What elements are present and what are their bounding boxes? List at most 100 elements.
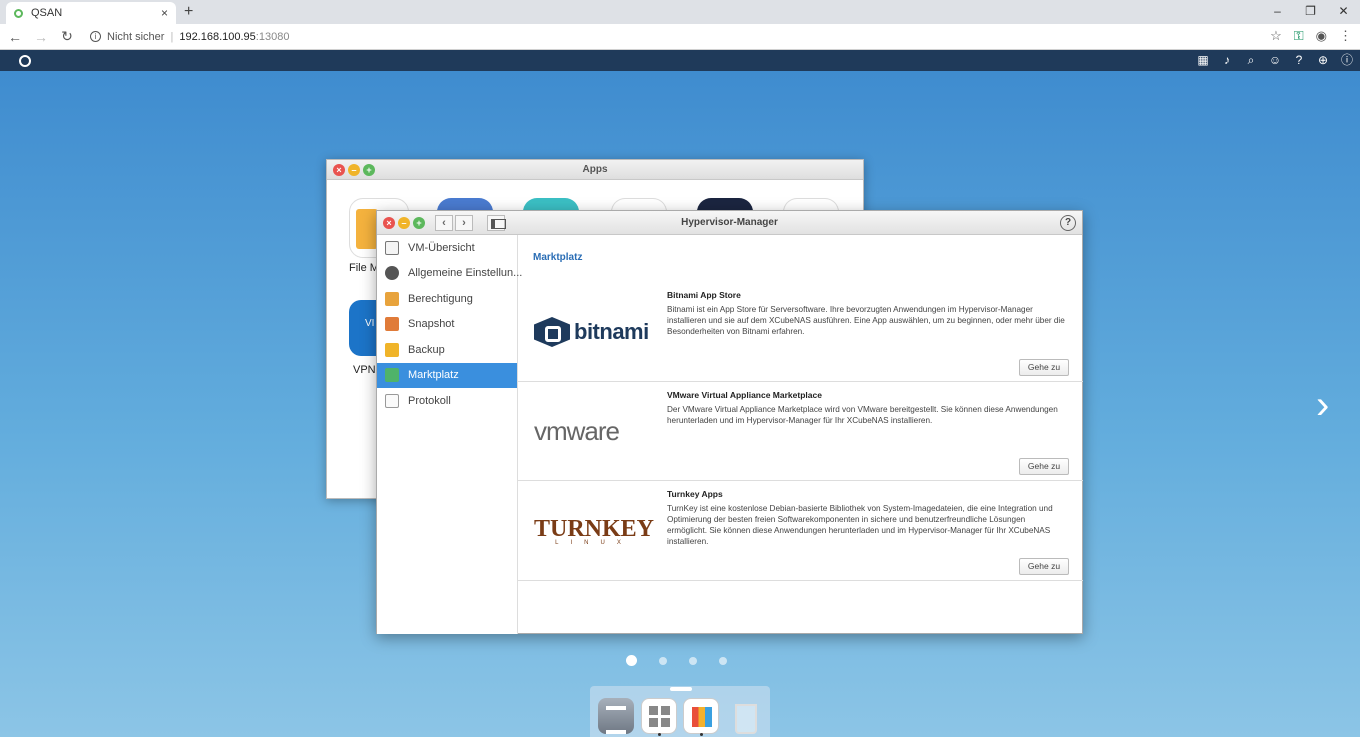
forward-button[interactable]: → [30, 29, 52, 45]
tab-title: QSAN [31, 7, 63, 19]
minimize-icon[interactable]: – [348, 164, 360, 176]
hypervisor-sidebar: VM-Übersicht Allgemeine Einstellun... Be… [377, 235, 522, 634]
recycle-bin-icon[interactable] [726, 698, 762, 734]
nav-back-button[interactable]: ‹ [435, 215, 453, 231]
minimize-icon[interactable]: – [398, 217, 410, 229]
maximize-icon[interactable]: + [363, 164, 375, 176]
minimize-button[interactable]: – [1261, 0, 1294, 24]
address-actions: ☆ ⚿ ◉ ⋮ [1270, 28, 1352, 44]
help-button[interactable]: ? [1060, 215, 1076, 231]
sidebar-item-label: Berechtigung [408, 292, 473, 305]
system-info-icon[interactable]: ⓘ [1340, 52, 1354, 68]
address-bar: ← → ↻ i Nicht sicher | 192.168.100.95 :1… [0, 24, 1360, 50]
apps-window-controls: × – + [333, 164, 375, 176]
bitnami-logo-text: bitnami [574, 319, 649, 344]
page-title: Marktplatz [533, 252, 583, 263]
sidebar-item-backup[interactable]: Backup [377, 337, 517, 363]
sidebar-item-vm-overview[interactable]: VM-Übersicht [377, 235, 517, 261]
hypervisor-titlebar: × – + ‹ › Hypervisor-Manager ? [377, 211, 1082, 235]
app-launcher-icon[interactable] [641, 698, 677, 734]
permission-icon [385, 291, 399, 306]
help-icon[interactable]: ? [1292, 52, 1306, 68]
url-port: :13080 [255, 30, 290, 43]
qsan-logo-icon[interactable] [19, 54, 31, 67]
card-description: TurnKey ist eine kostenlose Debian-basie… [667, 504, 1053, 546]
snapshot-icon [385, 317, 399, 332]
restore-button[interactable]: ❐ [1294, 0, 1327, 24]
sidebar-item-snapshot[interactable]: Snapshot [377, 312, 517, 338]
goto-bitnami-button[interactable]: Gehe zu [1019, 358, 1069, 376]
search-icon[interactable]: ⌕ [1244, 52, 1258, 68]
menu-icon[interactable]: ⋮ [1339, 28, 1352, 44]
hypervisor-title: Hypervisor-Manager [681, 217, 778, 228]
running-indicator [700, 733, 703, 736]
qsan-topbar: ▦ ♪ ⌕ ☺ ? ⊕ ⓘ [0, 50, 1360, 71]
new-tab-button[interactable]: + [184, 3, 193, 21]
page-dot[interactable] [659, 656, 667, 665]
card-description: Bitnami ist ein App Store für Serversoft… [667, 305, 1065, 336]
marketplace-card-vmware: vmware VMware Virtual Appliance Marketpl… [518, 382, 1083, 481]
user-icon[interactable]: ☺ [1268, 52, 1282, 68]
goto-turnkey-button[interactable]: Gehe zu [1019, 557, 1069, 575]
page-dot[interactable] [719, 656, 727, 665]
page-dot[interactable] [626, 655, 637, 666]
sidebar-item-permission[interactable]: Berechtigung [377, 286, 517, 312]
tab-close-button[interactable]: × [161, 6, 168, 20]
security-label: Nicht sicher [107, 30, 165, 43]
back-button[interactable]: ← [4, 29, 26, 45]
info-icon[interactable]: i [90, 31, 101, 42]
reload-button[interactable]: ↻ [56, 28, 78, 45]
browser-tabbar: QSAN × + – ❐ ✕ [0, 0, 1360, 24]
topbar-icons: ▦ ♪ ⌕ ☺ ? ⊕ ⓘ [1196, 52, 1354, 68]
browser-tab[interactable]: QSAN × [6, 2, 176, 24]
control-panel-icon[interactable] [598, 698, 634, 734]
url-field[interactable]: i Nicht sicher | 192.168.100.95 :13080 [90, 31, 289, 43]
qsan-favicon-icon [14, 8, 23, 18]
turnkey-logo: TURNKEY LINUX [534, 511, 658, 551]
close-icon[interactable]: × [333, 164, 345, 176]
marketplace-card-bitnami: bitnami Bitnami App Store Bitnami ist ei… [518, 282, 1083, 382]
sidebar-toggle-icon[interactable] [487, 215, 506, 231]
globe-icon[interactable]: ⊕ [1316, 52, 1330, 68]
turnkey-logo-text: TURNKEY [534, 516, 655, 542]
password-key-icon[interactable]: ⚿ [1294, 28, 1304, 44]
window-controls: – ❐ ✕ [1261, 0, 1360, 24]
file-manager-label: File M [349, 262, 379, 274]
sidebar-item-log[interactable]: Protokoll [377, 388, 517, 414]
apps-window-titlebar: × – + Apps [327, 160, 863, 180]
history-nav: ‹ › [435, 215, 473, 231]
bookmark-star-icon[interactable]: ☆ [1270, 28, 1282, 44]
dock-handle[interactable] [670, 687, 692, 691]
maximize-icon[interactable]: + [413, 217, 425, 229]
page-dot[interactable] [689, 656, 697, 665]
marketplace-card-turnkey: TURNKEY LINUX Turnkey Apps TurnKey ist e… [518, 481, 1083, 581]
sidebar-item-label: Marktplatz [408, 369, 459, 382]
turnkey-logo-subtext: LINUX [555, 540, 633, 546]
close-window-button[interactable]: ✕ [1327, 0, 1360, 24]
card-description: Der VMware Virtual Appliance Marketplace… [667, 404, 1058, 425]
app-grid-icon[interactable]: ▦ [1196, 52, 1210, 68]
vmware-logo: vmware [534, 412, 658, 452]
next-page-arrow-icon[interactable]: › [1316, 385, 1329, 425]
url-host: 192.168.100.95 [179, 30, 256, 43]
backup-icon [385, 342, 399, 357]
sidebar-item-label: VM-Übersicht [408, 241, 475, 254]
sidebar-item-label: Backup [408, 343, 445, 356]
vmware-logo-text: vmware [534, 416, 620, 446]
sidebar-item-label: Snapshot [408, 318, 455, 331]
bitnami-logo: bitnami [534, 312, 658, 352]
sidebar-item-label: Allgemeine Einstellun... [408, 267, 523, 280]
running-indicator [658, 733, 661, 736]
profile-icon[interactable]: ◉ [1316, 28, 1327, 44]
sidebar-item-general-settings[interactable]: Allgemeine Einstellun... [377, 261, 522, 287]
app-center-icon[interactable] [683, 698, 719, 734]
notification-bell-icon[interactable]: ♪ [1220, 52, 1234, 68]
close-icon[interactable]: × [383, 217, 395, 229]
goto-vmware-button[interactable]: Gehe zu [1019, 458, 1069, 475]
general-settings-icon [385, 266, 399, 281]
sidebar-item-label: Protokoll [408, 394, 451, 407]
nav-forward-button[interactable]: › [455, 215, 473, 231]
marketplace-panel: Marktplatz bitnami Bitnami App Store Bit… [518, 235, 1083, 634]
desktop-page-indicator [626, 655, 727, 666]
sidebar-item-marketplace[interactable]: Marktplatz [377, 362, 517, 388]
